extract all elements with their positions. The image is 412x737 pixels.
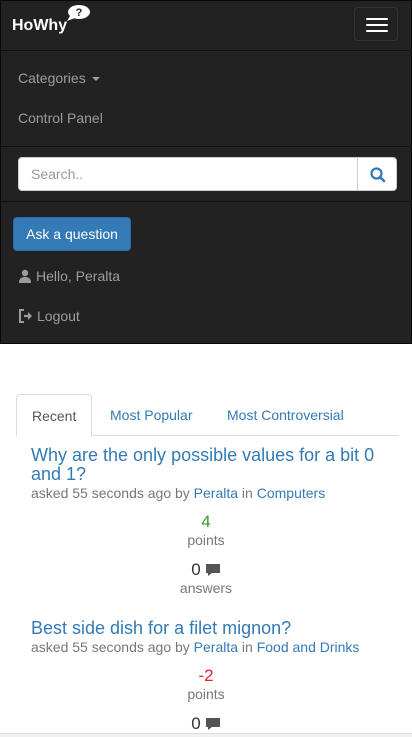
menu-toggle-button[interactable] <box>354 7 398 41</box>
page-bottom-edge <box>0 733 412 737</box>
category-link[interactable]: Computers <box>257 485 325 501</box>
search-form <box>18 157 397 191</box>
author-link[interactable]: Peralta <box>194 639 238 655</box>
question-tabs: Recent Most Popular Most Controversial <box>16 394 398 437</box>
question-title[interactable]: Best side dish for a filet mignon? <box>31 619 391 638</box>
points-value: -2 <box>198 666 214 685</box>
menu-icon <box>366 18 388 20</box>
points-label: points <box>187 686 225 702</box>
answers-stat: 0 <box>0 714 412 734</box>
divider <box>1 50 412 51</box>
caret-down-icon <box>91 77 100 82</box>
points-stat: -2 points <box>0 666 412 702</box>
categories-label: Categories <box>18 70 86 86</box>
question-item: Why are the only possible values for a b… <box>31 446 391 502</box>
tab-most-controversial[interactable]: Most Controversial <box>212 394 359 436</box>
question-item: Best side dish for a filet mignon? asked… <box>31 619 391 656</box>
search-button[interactable] <box>357 157 397 191</box>
tab-recent[interactable]: Recent <box>16 394 93 437</box>
brand-bubble-mark: ? <box>76 7 83 19</box>
speech-bubble-icon: ? <box>67 5 90 21</box>
brand-logo[interactable]: HoWhy <box>12 17 67 35</box>
navbar: HoWhy ? Categories Control Panel Ask a q… <box>0 0 412 344</box>
logout-label: Logout <box>37 308 80 324</box>
comment-icon <box>205 564 220 576</box>
answers-label: answers <box>179 580 233 596</box>
points-stat: 4 points <box>0 512 412 548</box>
logout-icon <box>19 309 32 323</box>
greeting-text: Hello, Peralta <box>36 268 121 284</box>
comment-icon <box>205 718 220 730</box>
answers-value: 0 <box>191 560 201 579</box>
question-meta: asked 55 seconds ago by Peralta in Compu… <box>31 485 326 501</box>
tab-most-popular[interactable]: Most Popular <box>95 394 207 436</box>
ask-question-button[interactable]: Ask a question <box>13 217 131 251</box>
points-value: 4 <box>201 512 211 531</box>
question-meta: asked 55 seconds ago by Peralta in Food … <box>31 639 360 655</box>
points-label: points <box>187 532 225 548</box>
categories-dropdown[interactable]: Categories <box>18 70 100 86</box>
divider <box>1 201 412 202</box>
control-panel-link[interactable]: Control Panel <box>18 110 103 126</box>
category-link[interactable]: Food and Drinks <box>257 639 360 655</box>
divider <box>1 146 412 147</box>
question-title[interactable]: Why are the only possible values for a b… <box>31 446 391 484</box>
search-input[interactable] <box>18 157 358 191</box>
user-icon <box>19 269 31 283</box>
answers-value: 0 <box>191 714 201 733</box>
user-greeting[interactable]: Hello, Peralta <box>18 268 120 284</box>
logout-link[interactable]: Logout <box>18 308 80 324</box>
author-link[interactable]: Peralta <box>194 485 238 501</box>
search-icon <box>370 167 386 183</box>
answers-stat: 0 answers <box>0 560 412 596</box>
